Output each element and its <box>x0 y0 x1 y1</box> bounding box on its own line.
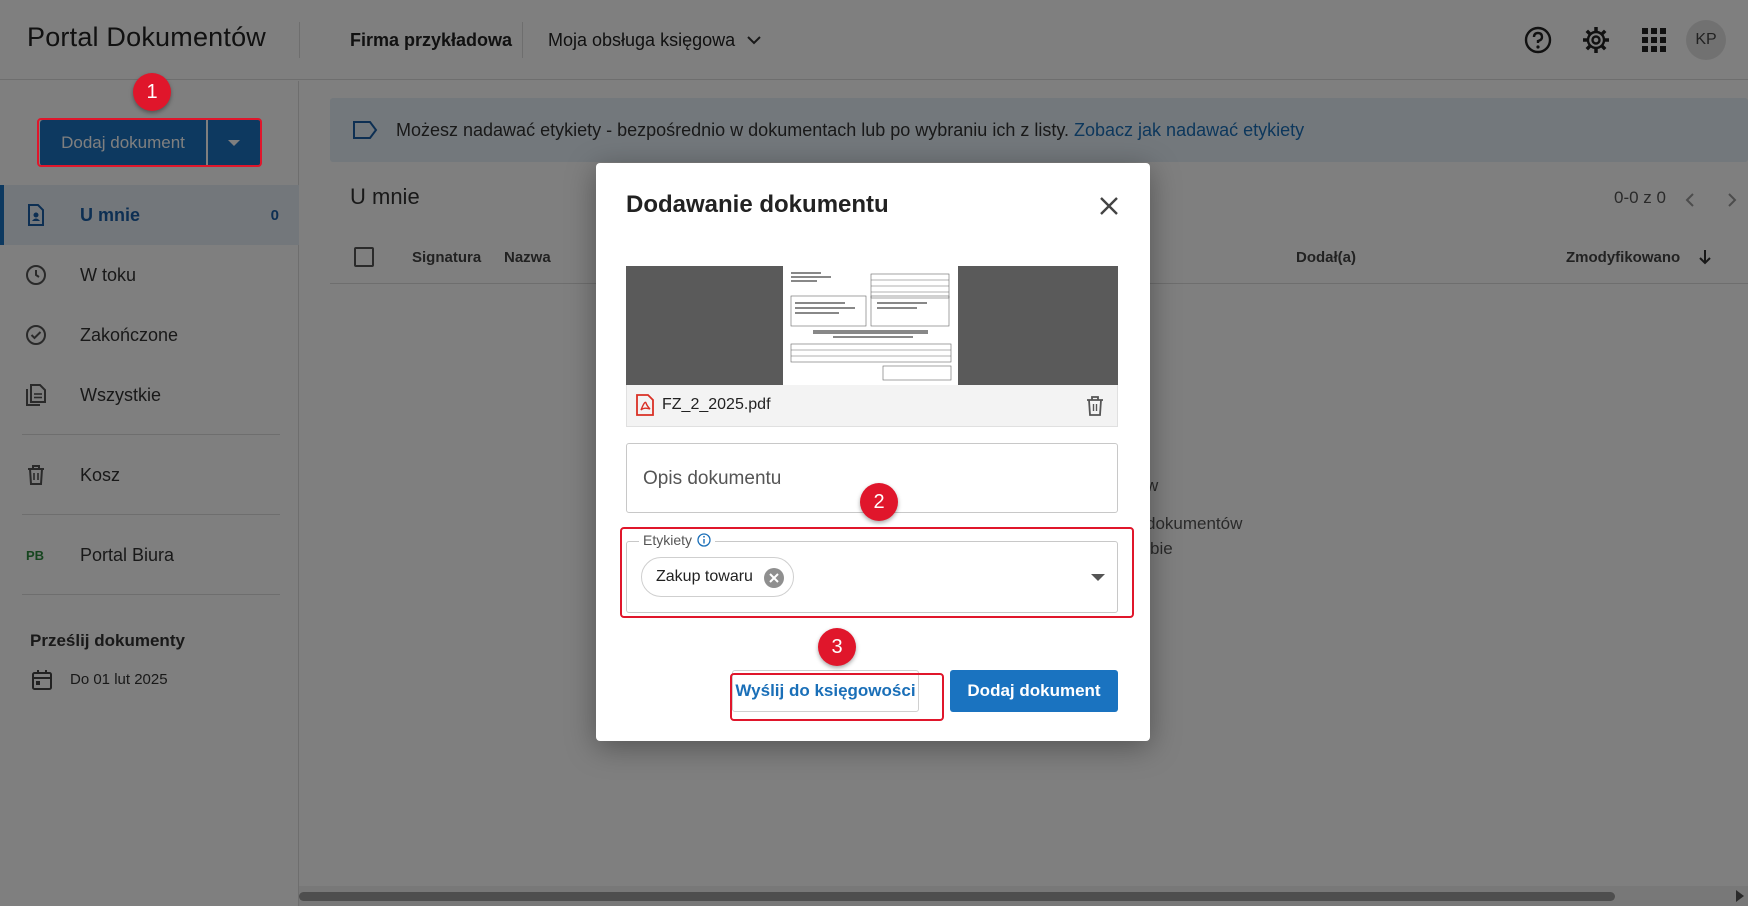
step-badge-3: 3 <box>818 628 856 666</box>
highlight-add-document <box>37 118 262 167</box>
description-placeholder: Opis dokumentu <box>643 468 782 489</box>
highlight-tags-field <box>620 527 1134 618</box>
file-name: FZ_2_2025.pdf <box>662 396 771 413</box>
delete-file-icon[interactable] <box>1085 395 1105 417</box>
attached-file-row: FZ_2_2025.pdf <box>626 385 1118 427</box>
close-icon[interactable] <box>1094 191 1124 221</box>
step-badge-2: 2 <box>860 483 898 521</box>
highlight-send-button <box>730 673 944 721</box>
add-document-dialog: Dodawanie dokumentu FZ_2_2025.pdf Opis d… <box>596 163 1150 741</box>
add-document-submit-button[interactable]: Dodaj dokument <box>950 670 1118 712</box>
dialog-title: Dodawanie dokumentu <box>626 191 889 218</box>
document-thumbnail <box>783 266 958 385</box>
step-badge-1: 1 <box>133 73 171 111</box>
pdf-file-icon <box>636 394 654 416</box>
document-preview <box>626 266 1118 385</box>
